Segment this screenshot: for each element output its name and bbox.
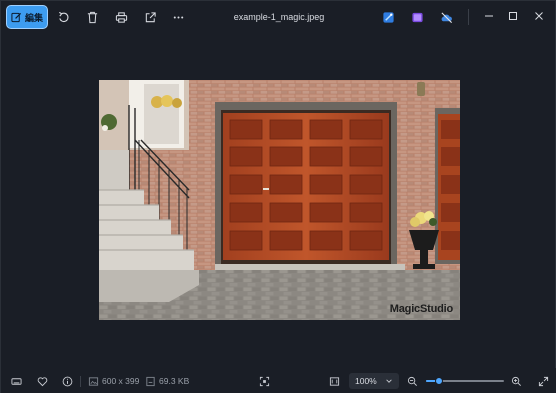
watermark: MagicStudio [389,303,453,315]
actual-size-icon[interactable] [327,374,341,388]
share-icon[interactable] [142,9,158,25]
zoom-value: 100% [355,376,377,386]
fullscreen-icon[interactable] [536,374,550,388]
garage-door-photo [99,80,460,320]
file-size-icon [143,374,157,388]
zoom-out-icon[interactable] [405,374,419,388]
image-dimensions: 600 x 399 [102,376,140,386]
minimize-button[interactable] [478,7,500,25]
status-divider [80,376,81,387]
chevron-down-icon [386,379,392,383]
rotate-icon[interactable] [55,9,71,25]
more-icon[interactable] [170,9,186,25]
toolbar-divider [468,9,469,25]
photos-window: 編集 example-1_magic.jpeg MagicStudio 600 … [0,0,556,393]
edit-button[interactable]: 編集 [6,5,48,29]
zoom-slider-thumb[interactable] [435,377,444,385]
photo[interactable]: MagicStudio [99,80,460,320]
clipchamp-icon[interactable] [409,9,425,25]
image-size-icon [86,374,100,388]
edit-button-label: 編集 [24,12,43,23]
trash-icon[interactable] [84,9,100,25]
info-icon[interactable] [60,374,74,388]
zoom-in-icon[interactable] [509,374,523,388]
close-icon [535,12,543,20]
title-bar: 編集 example-1_magic.jpeg [1,1,556,35]
file-size: 69.3 KB [159,376,190,386]
close-button[interactable] [528,7,550,25]
fit-screen-icon[interactable] [257,374,271,388]
image-viewer[interactable]: MagicStudio [1,35,556,368]
print-icon[interactable] [113,9,129,25]
zoom-dropdown[interactable]: 100% [349,373,399,389]
status-bar: 600 x 399 69.3 KB 100% [1,368,556,393]
filmstrip-icon[interactable] [9,374,23,388]
heart-icon[interactable] [35,374,49,388]
cloud-off-icon[interactable] [438,9,454,25]
edit-icon [11,12,22,22]
maximize-button[interactable] [502,7,524,25]
zoom-slider[interactable] [426,377,504,385]
minimize-icon [485,15,493,17]
maximize-icon [509,12,517,20]
designer-icon[interactable] [380,9,396,25]
